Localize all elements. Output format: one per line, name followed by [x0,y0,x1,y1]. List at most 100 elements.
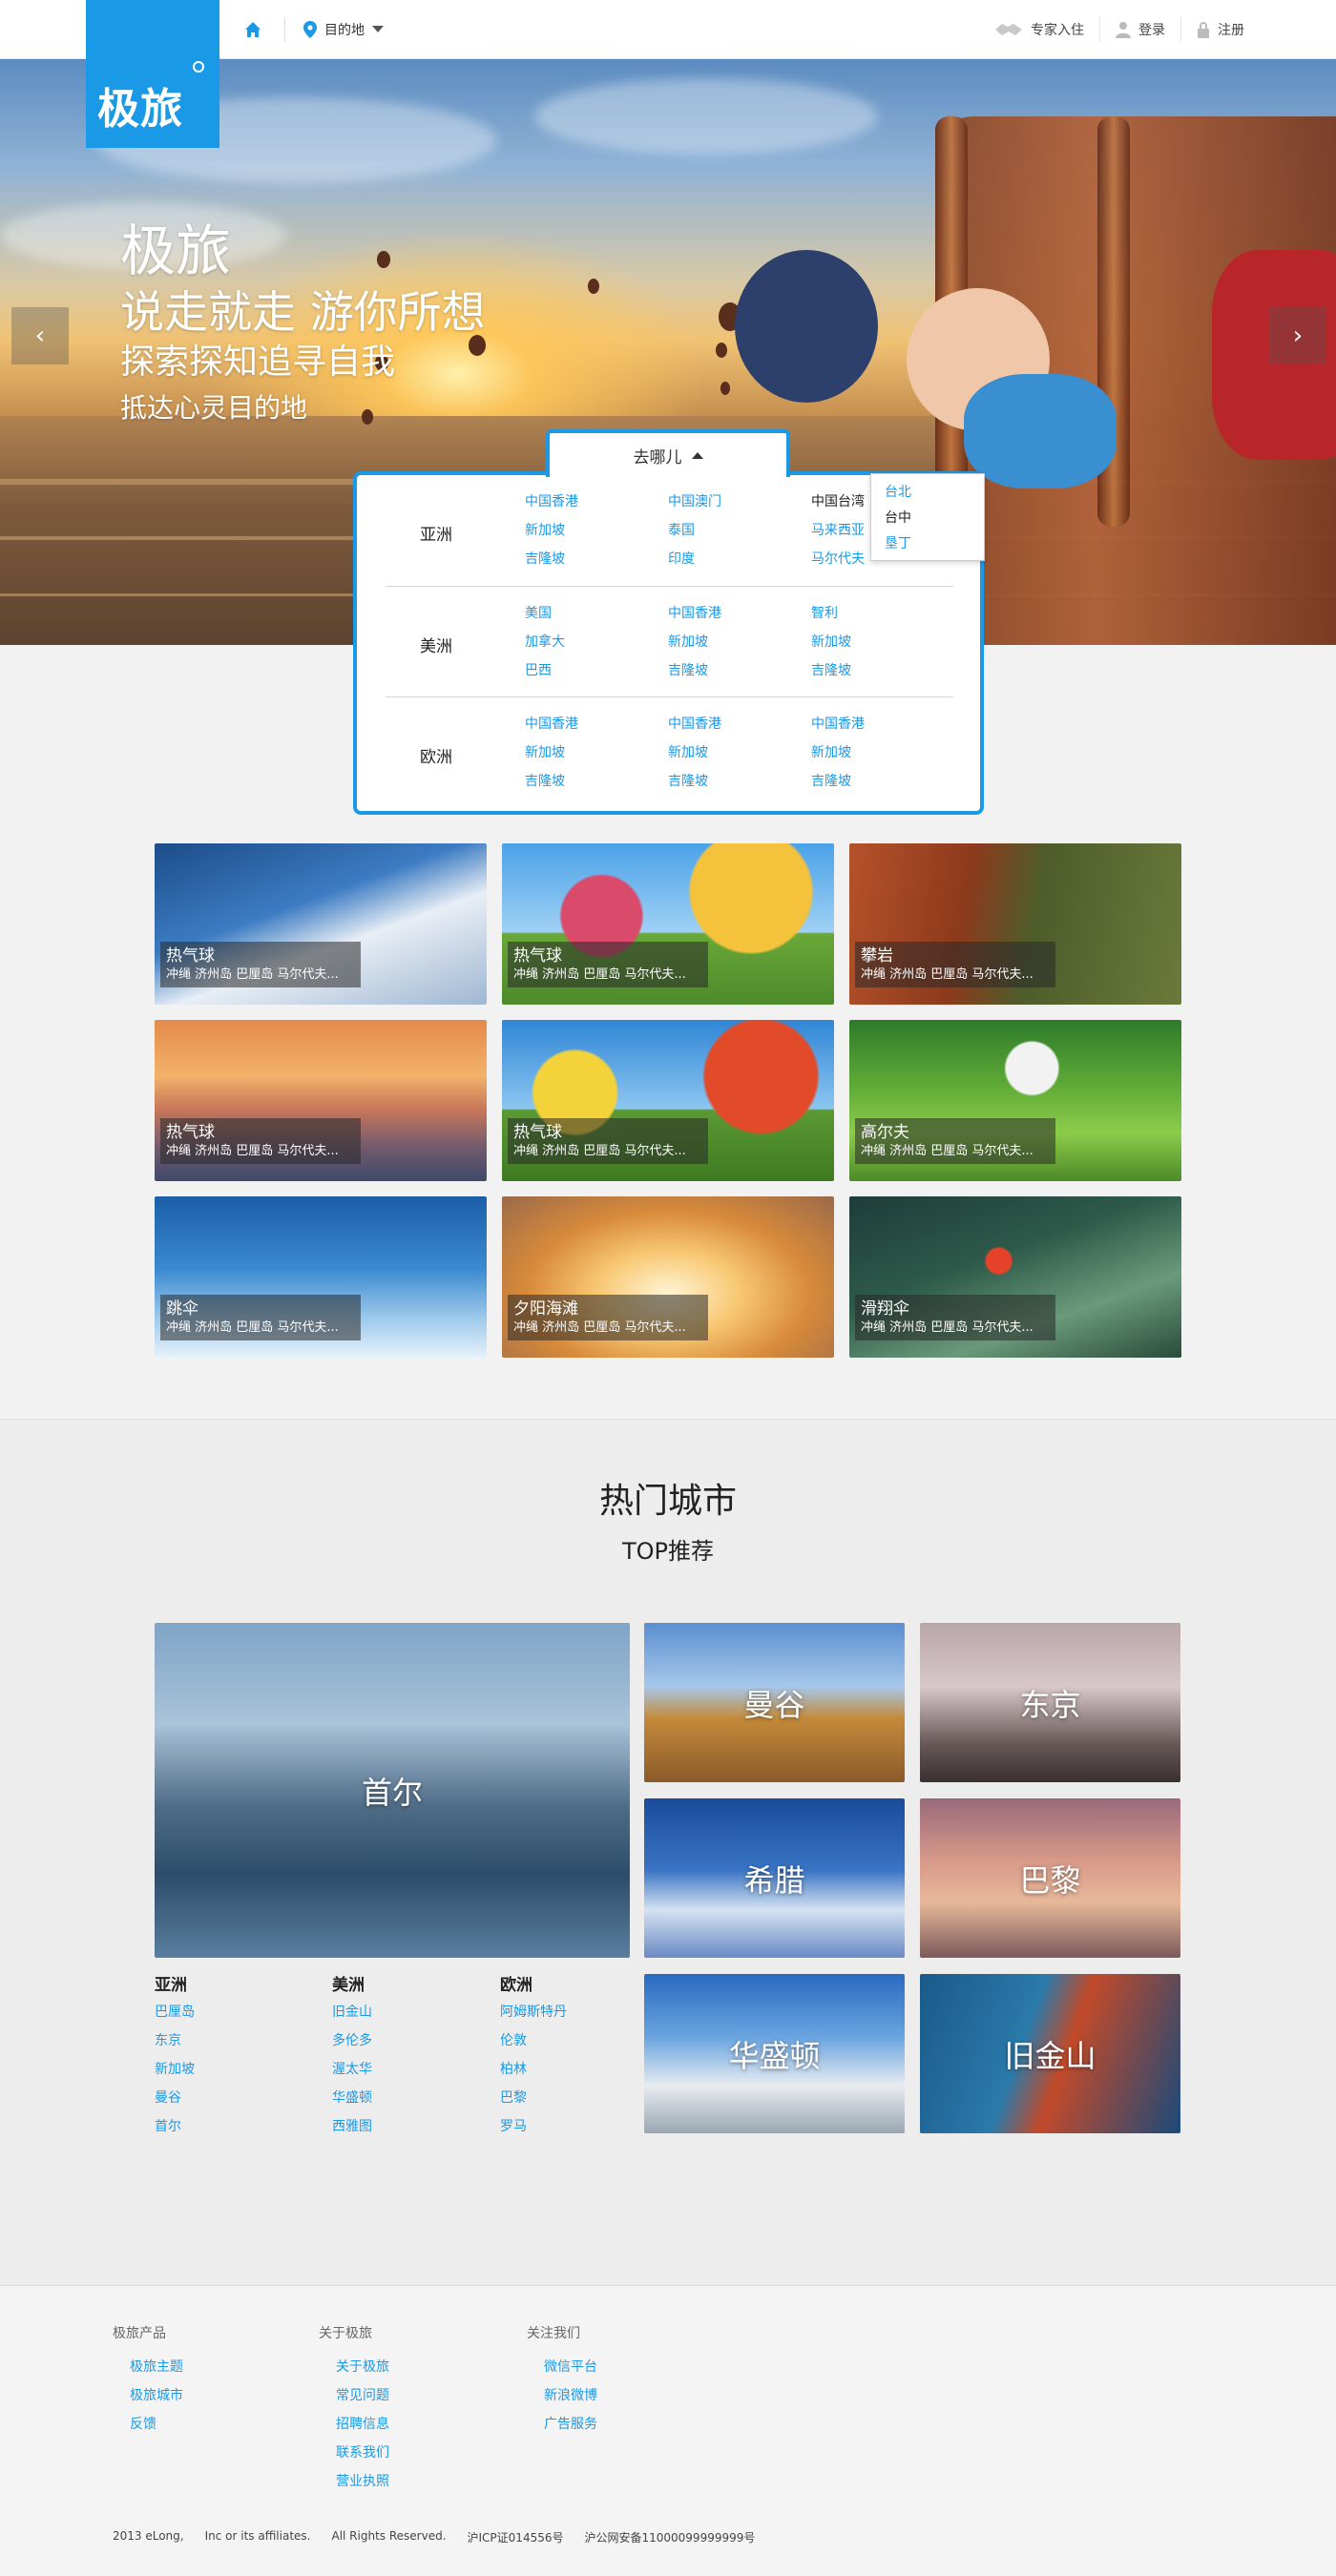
theme-card[interactable]: 热气球 冲绳 济州岛 巴厘岛 马尔代夫... [502,1020,834,1181]
footer-link[interactable]: 联系我们 [336,2439,389,2467]
destination-link[interactable]: 吉隆坡 [811,661,954,680]
footer-link[interactable]: 招聘信息 [336,2410,389,2439]
expert-join-label: 专家入住 [1031,23,1084,38]
carousel-next-button[interactable]: › [1269,307,1326,364]
submenu-item[interactable]: 台北 [885,480,971,506]
submenu-item-hover[interactable]: 台中 [885,506,971,531]
destination-menu[interactable]: 目的地 [303,17,384,42]
city-name: 巴黎 [1019,1861,1081,1899]
footer-link[interactable]: 极旅主题 [130,2353,183,2381]
register-link[interactable]: 注册 [1180,17,1260,42]
city-link[interactable]: 东京 [155,2026,332,2055]
hero-line-2: 说走就走 游你所想 [120,286,486,338]
footer-link[interactable]: 关于极旅 [336,2353,389,2381]
destination-link[interactable]: 中国香港 [525,715,668,734]
city-tile[interactable]: 华盛顿 [644,1974,905,2133]
user-icon [1116,22,1131,38]
destination-link[interactable]: 吉隆坡 [525,550,668,569]
city-link[interactable]: 新加坡 [155,2055,332,2084]
theme-title: 攀岩 [861,946,893,966]
destination-link[interactable]: 中国香港 [525,492,668,511]
city-link[interactable]: 西雅图 [332,2112,500,2141]
destination-link[interactable]: 智利 [811,604,954,623]
city-link[interactable]: 曼谷 [155,2084,332,2112]
destination-link[interactable]: 新加坡 [525,743,668,762]
destination-label: 目的地 [324,23,365,38]
destination-link[interactable]: 新加坡 [811,633,954,652]
destination-link[interactable]: 巴西 [525,661,668,680]
city-link[interactable]: 巴黎 [500,2084,632,2112]
destination-link[interactable]: 新加坡 [525,521,668,540]
city-link[interactable]: 阿姆斯特丹 [500,1998,632,2026]
city-link[interactable]: 巴厘岛 [155,1998,332,2026]
destination-link[interactable]: 新加坡 [668,743,811,762]
destination-link[interactable]: 中国香港 [668,715,811,734]
destination-link[interactable]: 吉隆坡 [668,772,811,791]
theme-card[interactable]: 夕阳海滩 冲绳 济州岛 巴厘岛 马尔代夫... [502,1196,834,1358]
city-tile[interactable]: 旧金山 [920,1974,1180,2133]
destination-link[interactable]: 中国香港 [668,604,811,623]
carousel-prev-button[interactable]: ‹ [11,307,69,364]
city-tile[interactable]: 东京 [920,1623,1180,1782]
destination-link[interactable]: 中国澳门 [668,492,811,511]
destination-dropdown-tab[interactable]: 去哪儿 [546,429,790,477]
footer-link[interactable]: 常见问题 [336,2381,389,2410]
submenu-item[interactable]: 垦丁 [885,531,971,557]
city-link[interactable]: 多伦多 [332,2026,500,2055]
home-icon[interactable] [242,19,263,40]
theme-card[interactable]: 热气球 冲绳 济州岛 巴厘岛 马尔代夫... [155,843,487,1005]
city-name: 曼谷 [743,1686,805,1723]
theme-title: 滑翔伞 [861,1299,909,1319]
login-link[interactable]: 登录 [1099,17,1180,42]
city-link[interactable]: 首尔 [155,2112,332,2141]
destination-link[interactable]: 新加坡 [668,633,811,652]
hero-line-4: 抵达心灵目的地 [120,392,308,424]
footer-link[interactable]: 广告服务 [544,2410,597,2439]
city-name: 首尔 [361,1774,423,1811]
theme-card[interactable]: 攀岩 冲绳 济州岛 巴厘岛 马尔代夫... [849,843,1181,1005]
location-pin-icon [303,21,317,38]
destination-link[interactable]: 中国香港 [811,715,954,734]
logo-degree-mark [193,61,204,73]
column-heading: 亚洲 [155,1976,187,1995]
region-column: 亚洲 巴厘岛 东京 新加坡 曼谷 首尔 [155,1971,332,2141]
theme-card[interactable]: 高尔夫 冲绳 济州岛 巴厘岛 马尔代夫... [849,1020,1181,1181]
footer-column-follow: 关注我们 微信平台 新浪微博 广告服务 [527,2324,597,2439]
expert-join-link[interactable]: 专家入住 [979,17,1099,42]
destination-link[interactable]: 吉隆坡 [668,661,811,680]
destination-link[interactable]: 新加坡 [811,743,954,762]
city-tile[interactable]: 巴黎 [920,1798,1180,1958]
destination-link[interactable]: 泰国 [668,521,811,540]
handshake-icon [995,24,1022,35]
theme-card[interactable]: 热气球 冲绳 济州岛 巴厘岛 马尔代夫... [502,843,834,1005]
city-link[interactable]: 柏林 [500,2055,632,2084]
theme-card[interactable]: 跳伞 冲绳 济州岛 巴厘岛 马尔代夫... [155,1196,487,1358]
footer-link[interactable]: 反馈 [130,2410,183,2439]
public-security-record: 沪公网安备11000099999999号 [584,2531,756,2545]
city-link[interactable]: 渥太华 [332,2055,500,2084]
city-link[interactable]: 伦敦 [500,2026,632,2055]
city-tile[interactable]: 曼谷 [644,1623,905,1782]
destination-link[interactable]: 吉隆坡 [525,772,668,791]
footer-link[interactable]: 新浪微博 [544,2381,597,2410]
theme-caption: 跳伞 冲绳 济州岛 巴厘岛 马尔代夫... [160,1295,361,1340]
footer-link[interactable]: 微信平台 [544,2353,597,2381]
city-link[interactable]: 罗马 [500,2112,632,2141]
theme-caption: 滑翔伞 冲绳 济州岛 巴厘岛 马尔代夫... [855,1295,1055,1340]
copyright-line: 2013 eLong, Inc or its affiliates. All R… [113,2529,755,2545]
theme-card[interactable]: 热气球 冲绳 济州岛 巴厘岛 马尔代夫... [155,1020,487,1181]
theme-card[interactable]: 滑翔伞 冲绳 济州岛 巴厘岛 马尔代夫... [849,1196,1181,1358]
destination-link[interactable]: 印度 [668,550,811,569]
site-logo[interactable]: 极旅 [86,0,219,148]
city-tile[interactable]: 希腊 [644,1798,905,1958]
city-link[interactable]: 旧金山 [332,1998,500,2026]
chevron-left-icon: ‹ [34,322,46,350]
city-link[interactable]: 华盛顿 [332,2084,500,2112]
destination-link[interactable]: 美国 [525,604,668,623]
user-actions: 专家入住 登录 注册 [979,17,1260,42]
destination-link[interactable]: 加拿大 [525,633,668,652]
city-feature-tile[interactable]: 首尔 [155,1623,630,1958]
destination-link[interactable]: 吉隆坡 [811,772,954,791]
footer-link[interactable]: 极旅城市 [130,2381,183,2410]
footer-link[interactable]: 营业执照 [336,2467,389,2496]
